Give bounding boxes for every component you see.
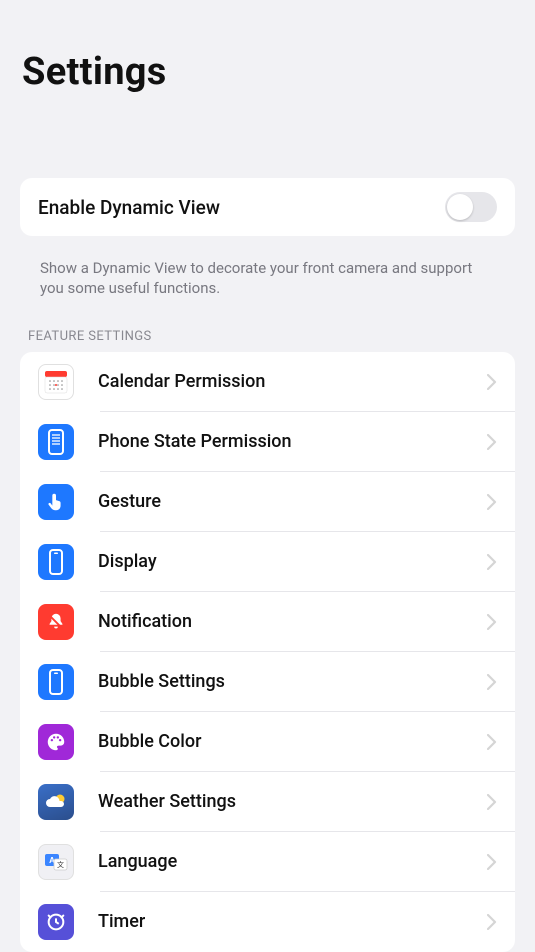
timer-icon	[38, 904, 74, 940]
chevron-right-icon	[487, 614, 497, 630]
row-notification[interactable]: Notification	[20, 592, 515, 652]
display-icon	[38, 544, 74, 580]
enable-dynamic-view-toggle[interactable]	[445, 192, 497, 222]
row-gesture[interactable]: Gesture	[20, 472, 515, 532]
row-bubble-settings[interactable]: Bubble Settings	[20, 652, 515, 712]
enable-dynamic-view-row: Enable Dynamic View	[20, 178, 515, 236]
row-weather-settings[interactable]: Weather Settings	[20, 772, 515, 832]
chevron-right-icon	[487, 794, 497, 810]
row-label: Bubble Color	[98, 731, 487, 752]
palette-icon	[38, 724, 74, 760]
row-label: Language	[98, 851, 487, 872]
phone-icon	[38, 424, 74, 460]
language-icon: A 文	[38, 844, 74, 880]
row-timer[interactable]: Timer	[20, 892, 515, 952]
row-calendar-permission[interactable]: Calendar Permission	[20, 352, 515, 412]
row-label: Display	[98, 551, 487, 572]
page-title: Settings	[0, 0, 535, 94]
row-label: Phone State Permission	[98, 431, 487, 452]
chevron-right-icon	[487, 734, 497, 750]
row-label: Bubble Settings	[98, 671, 487, 692]
bell-icon	[38, 604, 74, 640]
row-phone-state-permission[interactable]: Phone State Permission	[20, 412, 515, 472]
chevron-right-icon	[487, 434, 497, 450]
row-label: Weather Settings	[98, 791, 487, 812]
display-icon	[38, 664, 74, 700]
toggle-description: Show a Dynamic View to decorate your fro…	[0, 248, 535, 299]
chevron-right-icon	[487, 554, 497, 570]
toggle-label: Enable Dynamic View	[38, 196, 220, 219]
row-label: Notification	[98, 611, 487, 632]
feature-list: Calendar Permission Phone State Permissi…	[20, 352, 515, 952]
section-header-feature-settings: FEATURE SETTINGS	[0, 299, 535, 352]
chevron-right-icon	[487, 494, 497, 510]
weather-icon	[38, 784, 74, 820]
row-language[interactable]: A 文 Language	[20, 832, 515, 892]
hand-icon	[38, 484, 74, 520]
toggle-knob	[447, 194, 473, 220]
row-label: Gesture	[98, 491, 487, 512]
chevron-right-icon	[487, 374, 497, 390]
chevron-right-icon	[487, 674, 497, 690]
row-label: Timer	[98, 911, 487, 932]
toggle-card: Enable Dynamic View	[20, 178, 515, 236]
chevron-right-icon	[487, 914, 497, 930]
row-display[interactable]: Display	[20, 532, 515, 592]
row-bubble-color[interactable]: Bubble Color	[20, 712, 515, 772]
row-label: Calendar Permission	[98, 371, 487, 392]
calendar-icon	[38, 364, 74, 400]
svg-text:文: 文	[57, 860, 64, 869]
chevron-right-icon	[487, 854, 497, 870]
